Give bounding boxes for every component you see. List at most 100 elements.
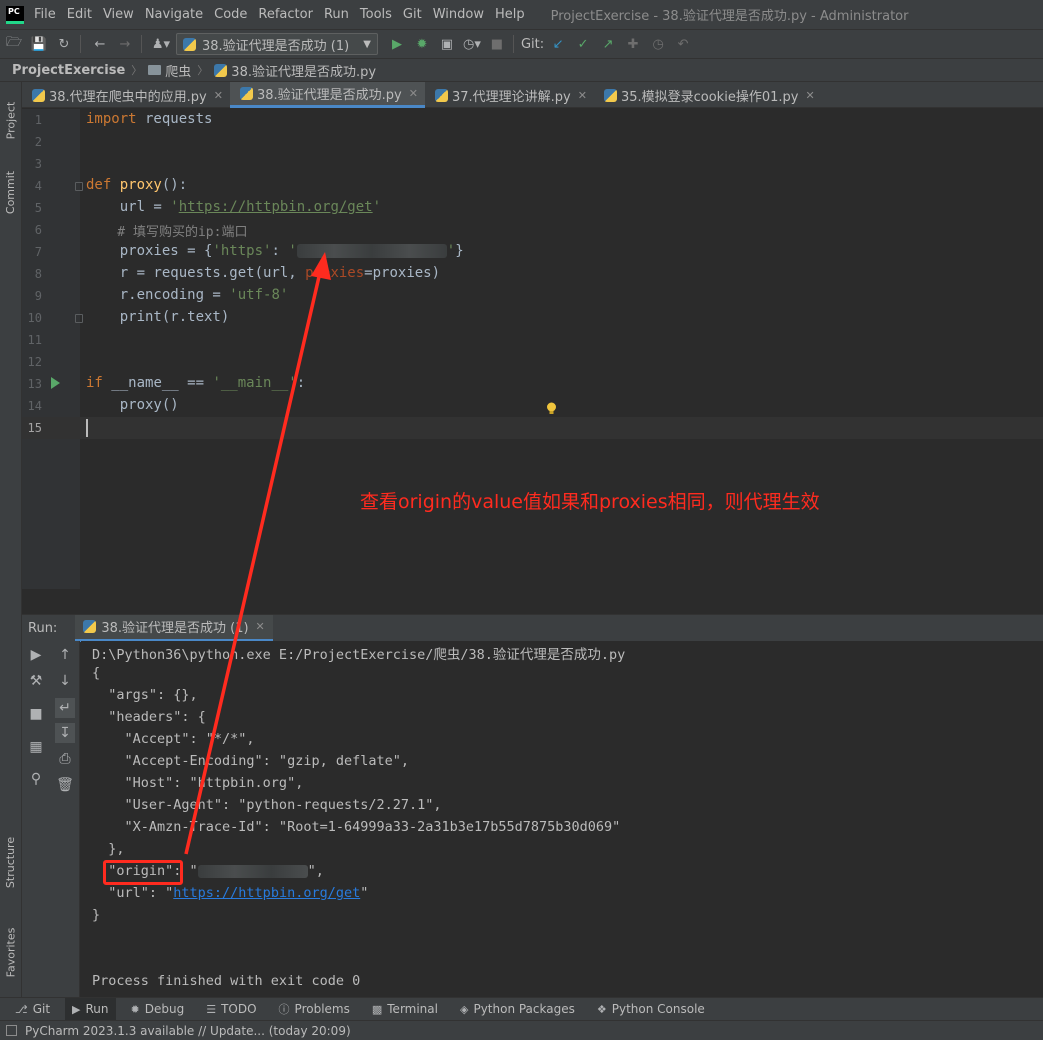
code-param: proxies — [305, 265, 365, 281]
packages-icon: ◈ — [459, 1002, 469, 1016]
forward-arrow-icon[interactable]: → — [114, 33, 136, 55]
sync-icon[interactable]: ↻ — [53, 33, 75, 55]
back-arrow-icon[interactable]: ← — [89, 33, 111, 55]
scroll-to-end-icon[interactable]: ↧ — [55, 723, 75, 743]
code-string: ' — [446, 243, 456, 259]
tool-tab-git[interactable]: ⎇ Git — [8, 998, 57, 1021]
commit-tool-tab[interactable]: Commit — [0, 162, 22, 222]
editor-tab[interactable]: 38.代理在爬虫中的应用.py ✕ — [22, 82, 230, 108]
run-tab-label: 38.验证代理是否成功 (1) — [101, 621, 249, 636]
layout-icon[interactable]: ▦ — [26, 737, 46, 757]
structure-tool-tab[interactable]: Structure — [0, 822, 22, 902]
trash-icon[interactable]: 🗑 — [55, 775, 75, 795]
status-text[interactable]: PyCharm 2023.1.3 available // Update... … — [25, 1024, 351, 1038]
git-label: Git: — [520, 36, 545, 52]
run-icon: ▶ — [72, 1002, 81, 1016]
close-icon[interactable]: ✕ — [409, 87, 418, 100]
code-editor[interactable] — [80, 109, 1043, 589]
line-number: 3 — [34, 157, 42, 171]
left-tool-stripe: Project Commit Structure Favorites — [0, 82, 22, 997]
tab-label: 35.模拟登录cookie操作01.py — [620, 89, 799, 105]
editor-tab[interactable]: 35.模拟登录cookie操作01.py ✕ — [594, 82, 822, 108]
fold-icon[interactable] — [75, 314, 83, 323]
history-icon[interactable]: ◷ — [647, 33, 669, 55]
git-commit-icon[interactable]: ✓ — [572, 33, 594, 55]
python-file-icon — [603, 88, 617, 102]
menu-git[interactable]: Git — [403, 7, 422, 22]
info-icon: ⓘ — [278, 1003, 290, 1016]
tool-tab-problems[interactable]: ⓘ Problems — [272, 998, 357, 1021]
code-url[interactable]: https://httpbin.org/get — [179, 199, 373, 215]
profile-icon[interactable]: ◷▾ — [461, 33, 483, 55]
soft-wrap-icon[interactable]: ↵ — [55, 698, 75, 718]
menu-run[interactable]: Run — [324, 7, 349, 22]
rollback-icon[interactable]: ↶ — [672, 33, 694, 55]
menu-window[interactable]: Window — [433, 7, 484, 22]
run-gutter-icon[interactable] — [51, 377, 60, 389]
open-folder-icon[interactable]: 🗁 — [3, 33, 25, 55]
tool-tab-terminal[interactable]: ▩ Terminal — [365, 998, 445, 1021]
run-config-label: 38.验证代理是否成功 (1) — [202, 38, 350, 54]
tool-tab-python-console[interactable]: ❖ Python Console — [590, 998, 712, 1021]
arrow-down-icon[interactable]: ↓ — [55, 671, 75, 691]
tool-tab-label: Problems — [294, 1002, 350, 1016]
coverage-icon[interactable]: ▣ — [436, 33, 458, 55]
toggle-panels-icon[interactable] — [6, 1025, 17, 1036]
code-text: proxies = { — [86, 243, 213, 259]
stop-icon[interactable]: ■ — [486, 33, 508, 55]
line-number: 9 — [34, 289, 42, 303]
close-icon[interactable]: ✕ — [805, 89, 814, 102]
close-icon[interactable]: ✕ — [214, 89, 223, 102]
git-annotate-icon[interactable]: ✚ — [622, 33, 644, 55]
wrench-icon[interactable]: ⚒ — [26, 671, 46, 691]
breadcrumb-file[interactable]: 38.验证代理是否成功.py — [231, 61, 376, 80]
menu-navigate[interactable]: Navigate — [145, 7, 203, 22]
menu-view[interactable]: View — [103, 7, 134, 22]
user-icon[interactable]: ♟▾ — [150, 33, 172, 55]
project-tool-tab[interactable]: Project — [0, 90, 22, 150]
lightbulb-icon[interactable] — [546, 402, 557, 416]
favorites-tool-tab[interactable]: Favorites — [0, 912, 22, 992]
line-number: 5 — [34, 201, 42, 215]
run-config-select[interactable]: 38.验证代理是否成功 (1) ▼ — [176, 33, 378, 55]
editor-tab[interactable]: 37.代理理论讲解.py ✕ — [425, 82, 594, 108]
menu-code[interactable]: Code — [214, 7, 247, 22]
code-text: : — [271, 243, 289, 259]
current-line-highlight — [22, 417, 1043, 439]
fold-icon[interactable] — [75, 182, 83, 191]
breadcrumb-project[interactable]: ProjectExercise — [12, 63, 125, 78]
print-icon[interactable]: ⎙ — [55, 749, 75, 769]
code-line-6: # 填写购买的ip:端口 — [86, 225, 248, 240]
code-text: __name__ == — [111, 375, 213, 391]
run-icon[interactable]: ▶ — [386, 33, 408, 55]
rerun-icon[interactable]: ▶ — [26, 645, 46, 665]
git-update-icon[interactable]: ↙ — [547, 33, 569, 55]
stop-icon[interactable]: ■ — [26, 704, 46, 724]
menu-refactor[interactable]: Refactor — [258, 7, 313, 22]
git-push-icon[interactable]: ↗ — [597, 33, 619, 55]
console-line: "args": {}, — [92, 687, 198, 703]
close-icon[interactable]: ✕ — [578, 89, 587, 102]
console-link[interactable]: https://httpbin.org/get — [173, 885, 360, 901]
debug-icon[interactable]: ✹ — [411, 33, 433, 55]
close-icon[interactable]: ✕ — [256, 620, 265, 633]
project-tab-label: Project — [4, 101, 18, 139]
menu-edit[interactable]: Edit — [67, 7, 92, 22]
tool-tab-todo[interactable]: ☰ TODO — [199, 998, 263, 1021]
menu-tools[interactable]: Tools — [360, 7, 392, 22]
line-number: 13 — [27, 377, 42, 391]
tool-tab-python-packages[interactable]: ◈ Python Packages — [453, 998, 582, 1021]
tool-tab-run[interactable]: ▶ Run — [65, 997, 116, 1021]
editor-tab-active[interactable]: 38.验证代理是否成功.py ✕ — [229, 82, 425, 108]
tool-tab-debug[interactable]: ✹ Debug — [124, 998, 192, 1021]
pin-icon[interactable]: ⚲ — [26, 769, 46, 789]
run-tab[interactable]: 38.验证代理是否成功 (1) ✕ — [75, 614, 273, 642]
run-side-toolbar: ▶ ⚒ ■ ▦ ⚲ — [22, 641, 50, 997]
menu-file[interactable]: File — [34, 7, 56, 22]
menu-help[interactable]: Help — [495, 7, 525, 22]
breadcrumb-folder[interactable]: 爬虫 — [165, 61, 191, 80]
code-text: (): — [161, 177, 188, 193]
list-icon: ☰ — [206, 1002, 217, 1016]
arrow-up-icon[interactable]: ↑ — [55, 645, 75, 665]
save-icon[interactable]: 💾 — [28, 33, 50, 55]
